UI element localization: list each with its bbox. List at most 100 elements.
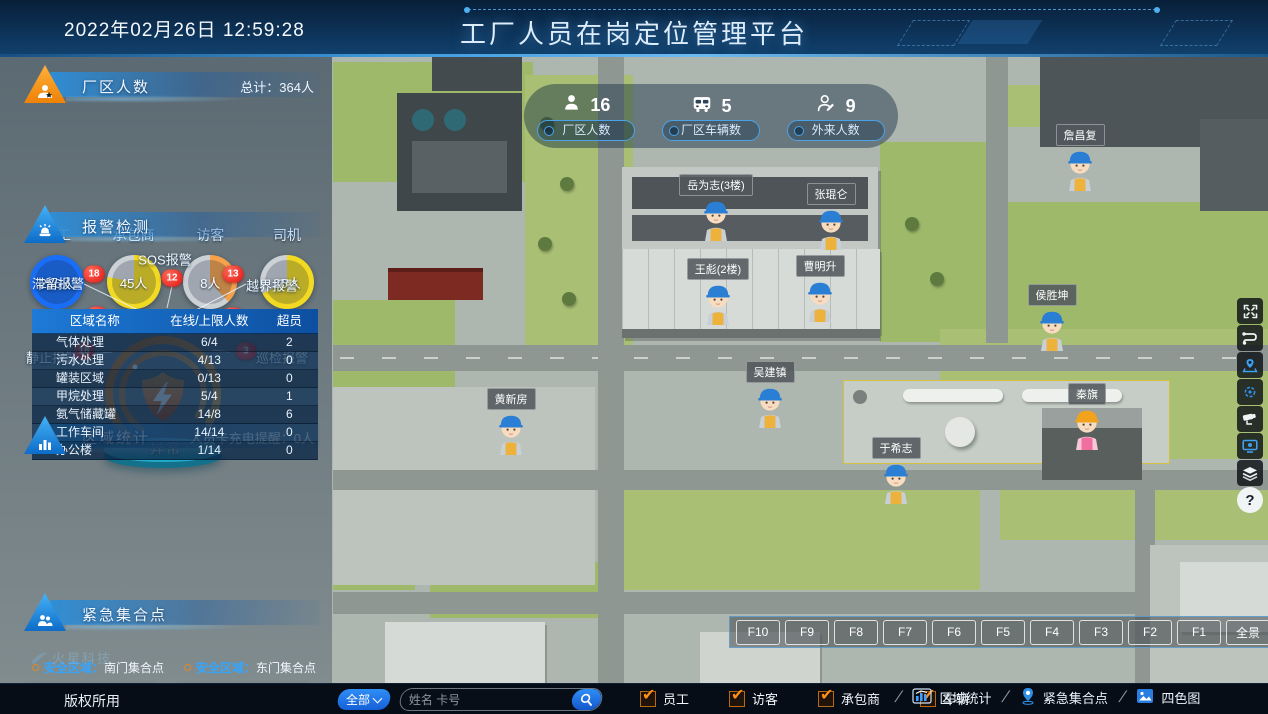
map-worker-1[interactable]: 岳为志(3楼) — [671, 174, 761, 242]
separator-slash: / — [890, 689, 906, 707]
map-worker-3[interactable]: 王彪(2楼) — [673, 258, 763, 326]
floor-button-F3[interactable]: F3 — [1079, 620, 1123, 645]
header-decoration-line — [468, 9, 1156, 10]
checkbox-label: 承包商 — [841, 689, 880, 708]
stat-label-pill[interactable]: 厂区人数 — [537, 120, 635, 141]
floor-button-F5[interactable]: F5 — [981, 620, 1025, 645]
personnel-panel-header: 厂区人数 总计：364人 — [24, 69, 320, 103]
map-worker-0[interactable]: 詹昌复 — [1035, 124, 1125, 192]
route-icon[interactable] — [1237, 325, 1263, 351]
checkbox-checked-icon — [640, 691, 656, 707]
floor-button-F7[interactable]: F7 — [883, 620, 927, 645]
watermark-text: 火星科技 — [52, 648, 112, 667]
map-worker-5[interactable]: 侯胜坤 — [1007, 284, 1097, 352]
fullscreen-icon[interactable] — [1237, 298, 1263, 324]
checkbox-checked-icon — [818, 691, 834, 707]
cell-over: 1 — [261, 388, 318, 405]
stat-label-pill[interactable]: 外来人数 — [787, 120, 885, 141]
table-row-1[interactable]: 污水处理 4/13 0 — [32, 352, 318, 370]
filter-checkbox-0[interactable]: 员工 — [640, 689, 689, 708]
app-header: 2022年02月26日 12:59:28 工厂人员在岗定位管理平台 — [0, 0, 1268, 57]
worker-avatar-icon — [754, 384, 786, 429]
cell-region: 氨气储藏罐 — [32, 406, 158, 423]
monitor-icon[interactable] — [1237, 433, 1263, 459]
dot-icon — [669, 126, 679, 136]
worker-avatar-icon — [1064, 147, 1096, 192]
search-button[interactable] — [570, 689, 603, 710]
map-stat-1: 5 厂区车辆数 — [649, 84, 774, 148]
table-row-6[interactable]: 办公楼 1/14 0 — [32, 442, 318, 460]
map-worker-2[interactable]: 张琨仑 — [786, 183, 876, 251]
map-stats-overlay: 16 厂区人数 5 厂区车辆数9 外来人数 — [524, 84, 898, 148]
worker-avatar-icon — [1036, 307, 1068, 352]
separator-slash: / — [1114, 689, 1130, 707]
cell-over: 0 — [261, 424, 318, 441]
alarm-label-0: SOS报警 — [138, 250, 191, 269]
layers-icon[interactable] — [1237, 460, 1263, 486]
checkbox-label: 员工 — [663, 689, 689, 708]
floor-button-F8[interactable]: F8 — [834, 620, 878, 645]
search-input[interactable] — [401, 693, 572, 707]
table-row-2[interactable]: 罐装区域 0/13 0 — [32, 370, 318, 388]
filter-checkbox-1[interactable]: 访客 — [729, 689, 778, 708]
floor-button-F1[interactable]: F1 — [1177, 620, 1221, 645]
cell-over: 6 — [261, 406, 318, 423]
cell-online: 0/13 — [158, 370, 261, 387]
bottom-link-1[interactable]: 紧急集合点 — [1020, 687, 1108, 708]
worker-avatar-icon — [700, 197, 732, 242]
table-row-4[interactable]: 氨气储藏罐 14/8 6 — [32, 406, 318, 424]
crosshair-icon[interactable] — [1237, 379, 1263, 405]
table-row-5[interactable]: 工作车间 14/14 0 — [32, 424, 318, 442]
stat-label-pill[interactable]: 厂区车辆数 — [662, 120, 760, 141]
floor-button-F10[interactable]: F10 — [736, 620, 780, 645]
worker-name-tag: 詹昌复 — [1056, 124, 1105, 146]
map-toolbar: ? — [1237, 298, 1263, 513]
cell-over: 0 — [261, 442, 318, 459]
floor-button-F2[interactable]: F2 — [1128, 620, 1172, 645]
table-row-3[interactable]: 甲烷处理 5/4 1 — [32, 388, 318, 406]
filter-all-dropdown[interactable]: 全部 — [336, 689, 392, 710]
zone-label: 安全区域： — [196, 661, 256, 675]
table-row-0[interactable]: 气体处理 6/4 2 — [32, 334, 318, 352]
help-icon[interactable]: ? — [1237, 487, 1263, 513]
floor-button-F6[interactable]: F6 — [932, 620, 976, 645]
bottom-link-0[interactable]: 区域统计 — [912, 688, 991, 707]
worker-avatar-icon — [702, 281, 734, 326]
worker-name-tag: 张琨仑 — [807, 183, 856, 205]
locate-icon[interactable] — [1237, 352, 1263, 378]
floor-button-F9[interactable]: F9 — [785, 620, 829, 645]
link-label: 紧急集合点 — [1043, 688, 1108, 707]
stat-value: 16 — [590, 95, 610, 116]
link-label: 四色图 — [1161, 688, 1200, 707]
floor-button-全景[interactable]: 全景 — [1226, 620, 1268, 645]
personnel-panel-title: 厂区人数 — [82, 76, 150, 97]
map-worker-4[interactable]: 曹明升 — [775, 255, 865, 323]
worker-name-tag: 曹明升 — [796, 255, 845, 277]
map-worker-8[interactable]: 于希志 — [851, 437, 941, 505]
col-over-capacity: 超员 — [261, 309, 318, 333]
alarm-count-badge-1: 18 — [84, 266, 105, 283]
cell-online: 6/4 — [158, 334, 261, 351]
map-stat-2: 9 外来人数 — [773, 84, 898, 148]
camera-icon[interactable] — [1237, 406, 1263, 432]
col-region-name: 区域名称 — [32, 309, 158, 333]
cell-region: 甲烷处理 — [32, 388, 158, 405]
chart-icon — [912, 688, 932, 707]
header-edge-glow — [0, 54, 1268, 57]
map-worker-6[interactable]: 吴建镇 — [725, 361, 815, 429]
map-worker-9[interactable]: 秦旗 — [1042, 383, 1132, 451]
bottom-link-2[interactable]: 四色图 — [1136, 688, 1200, 707]
chevron-down-icon — [373, 693, 383, 703]
map-worker-7[interactable]: 黄新房 — [466, 388, 556, 456]
dot-icon — [544, 126, 554, 136]
alarm-label-2: 越界报警 — [246, 276, 298, 295]
bottom-bar: 版权所用 全部 员工访客承包商车辆 /区域统计/紧急集合点/四色图 — [0, 683, 1268, 714]
floor-button-F4[interactable]: F4 — [1030, 620, 1074, 645]
fourcolor-icon — [1136, 688, 1154, 707]
worker-avatar-icon — [804, 278, 836, 323]
floor-selector: F10F9F8F7F6F5F4F3F2F1全景 — [729, 616, 1268, 648]
cell-online: 4/13 — [158, 352, 261, 369]
filter-all-label: 全部 — [346, 691, 370, 708]
filter-checkbox-2[interactable]: 承包商 — [818, 689, 880, 708]
left-sidebar: 厂区人数 总计：364人 员工 286人承包商 45人访客 8人司机 25人 报… — [0, 57, 332, 683]
